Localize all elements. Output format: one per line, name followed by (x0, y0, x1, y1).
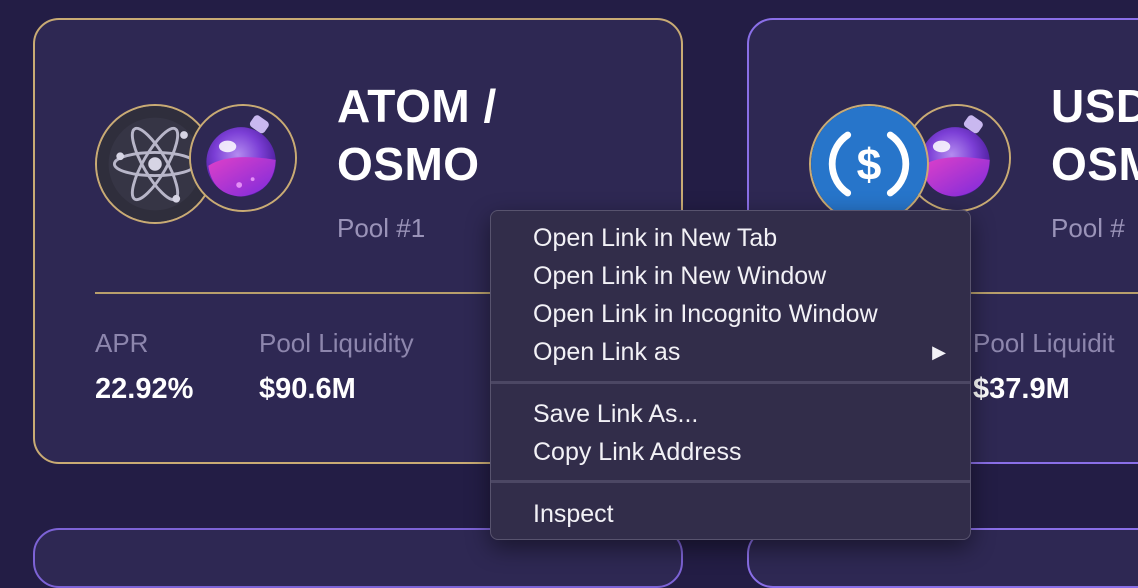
osmosis-icon (189, 104, 297, 212)
pool-title-line1: USD (1051, 80, 1138, 132)
apr-value: 22.92% (95, 373, 194, 405)
menu-open-link-as-label: Open Link as (533, 338, 681, 366)
pool-title: ATOM / OSMO (337, 77, 497, 193)
pool-title-line2: OSMO (337, 138, 480, 190)
menu-save-link-as[interactable]: Save Link As... (491, 395, 970, 433)
submenu-arrow-icon: ▶ (932, 342, 946, 362)
liquidity-value: $90.6M (259, 373, 356, 405)
menu-open-new-window[interactable]: Open Link in New Window (491, 257, 970, 295)
menu-open-link-as[interactable]: Open Link as ▶ (491, 333, 970, 371)
liquidity-value: $37.9M (973, 373, 1070, 405)
svg-text:$: $ (857, 140, 882, 189)
apr-label: APR (95, 328, 149, 358)
menu-copy-link-address[interactable]: Copy Link Address (491, 433, 970, 471)
pool-title-line2: OSM (1051, 138, 1138, 190)
usdc-icon: $ (809, 104, 929, 224)
menu-open-new-tab[interactable]: Open Link in New Tab (491, 219, 970, 257)
liquidity-label: Pool Liquidity (259, 328, 414, 358)
menu-separator (491, 480, 970, 483)
menu-open-incognito[interactable]: Open Link in Incognito Window (491, 295, 970, 333)
menu-separator (491, 381, 970, 384)
context-menu: Open Link in New Tab Open Link in New Wi… (490, 210, 971, 540)
pool-id: Pool #1 (337, 213, 426, 243)
pool-title-line1: ATOM / (337, 80, 497, 132)
liquidity-label: Pool Liquidit (973, 328, 1115, 358)
menu-inspect[interactable]: Inspect (491, 495, 970, 533)
pool-title: USD OSM (1051, 77, 1138, 193)
pool-id: Pool # (1051, 213, 1125, 243)
